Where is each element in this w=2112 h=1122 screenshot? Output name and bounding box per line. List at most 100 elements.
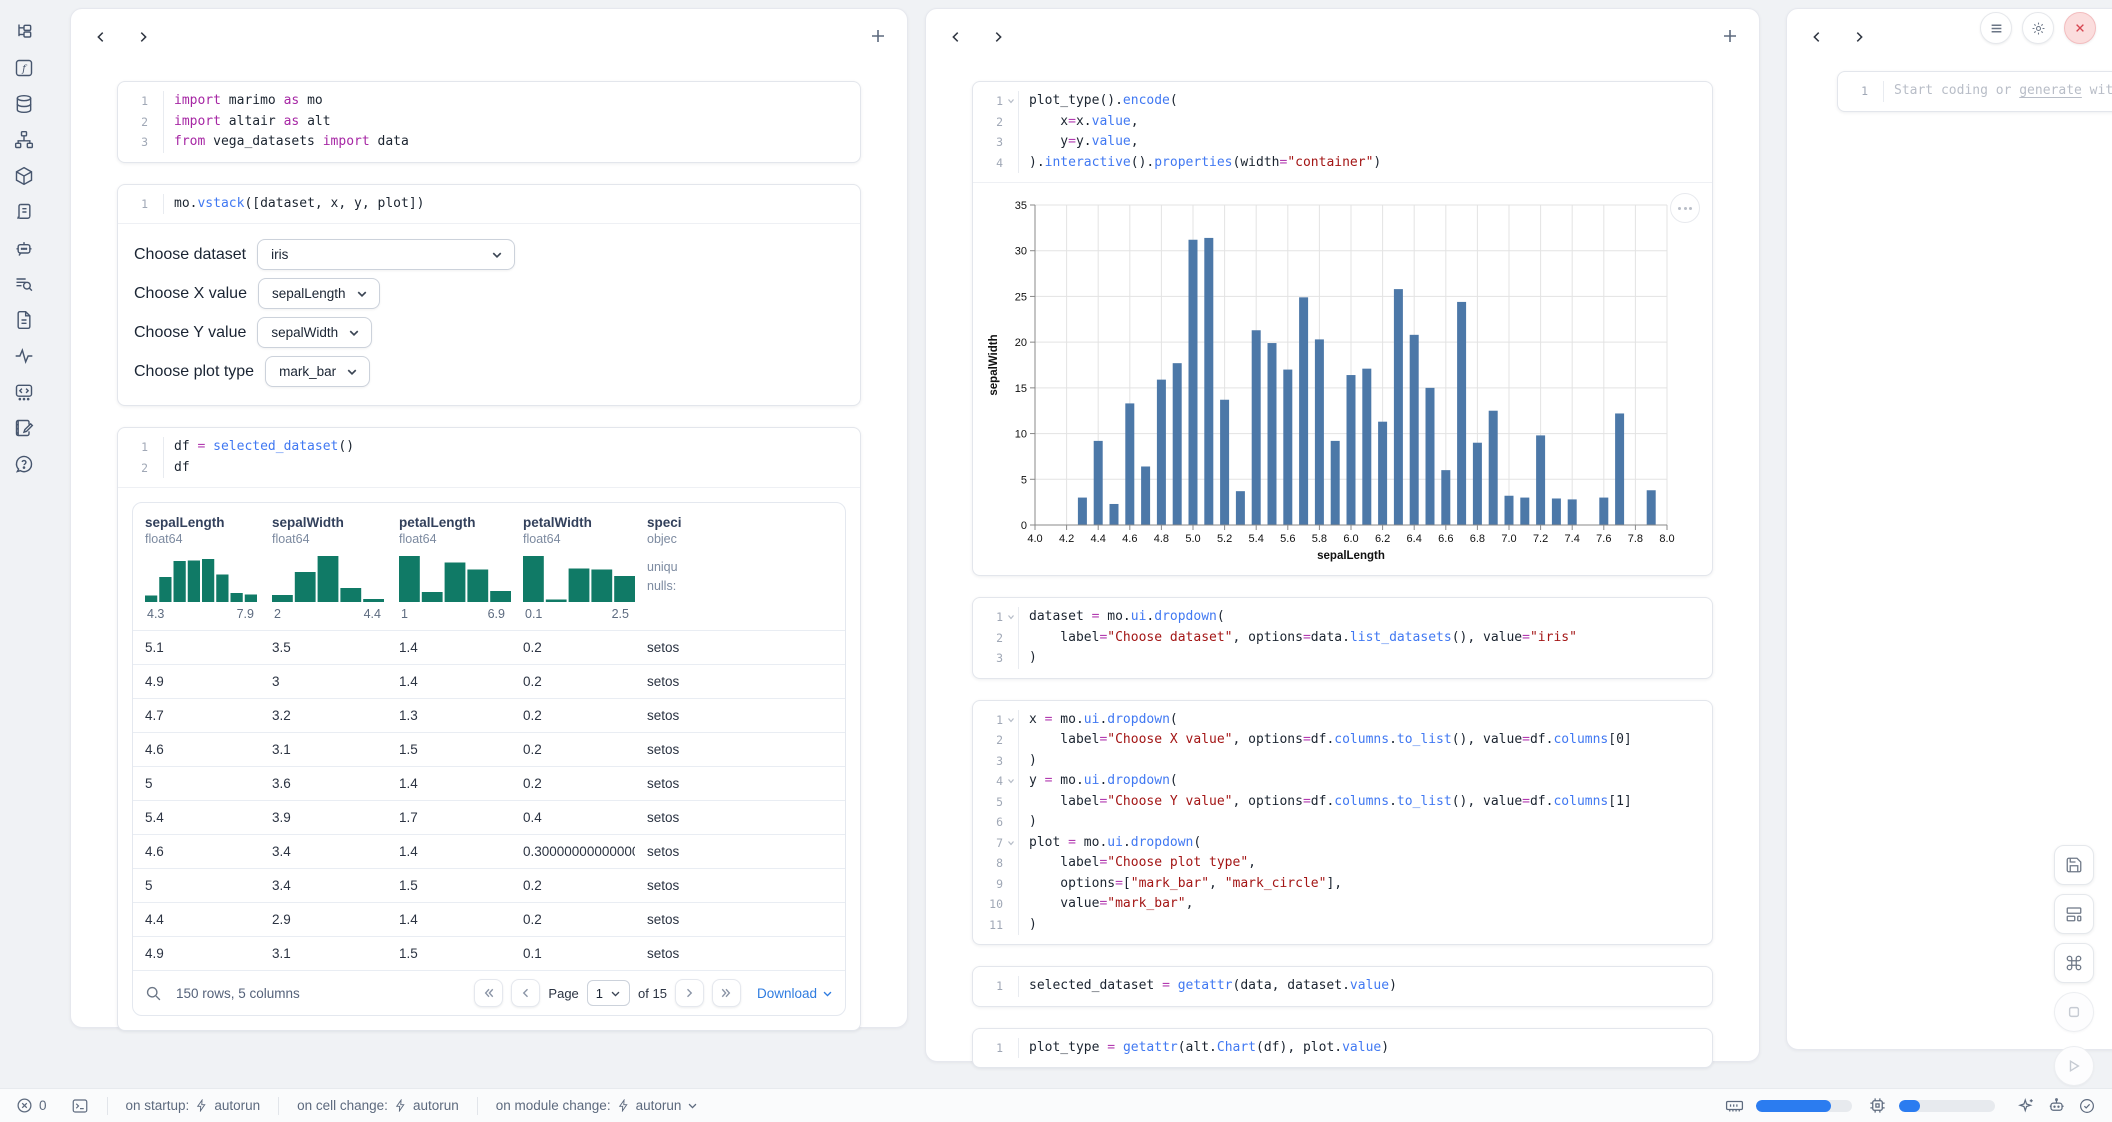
scroll-icon[interactable] <box>14 202 34 222</box>
line-number: 11 <box>973 915 1003 936</box>
code-editor[interactable]: 1import marimo as mo2import altair as al… <box>118 82 860 162</box>
line-number: 2 <box>973 730 1003 751</box>
code-line: 1plot_type = getattr(alt.Chart(df), plot… <box>973 1038 1712 1059</box>
ai-sparkles-button[interactable] <box>2017 1097 2035 1115</box>
shutdown-button[interactable] <box>2064 12 2096 44</box>
table-cell: 1.4 <box>387 844 511 859</box>
svg-text:15: 15 <box>1015 383 1027 395</box>
function-square-icon[interactable]: f <box>14 58 34 78</box>
fold-spacer <box>1003 792 1018 813</box>
add-cell-button[interactable] <box>869 27 887 45</box>
dropdown-select[interactable]: iris <box>257 239 515 270</box>
on-module-change-setting[interactable]: on module change: autorun <box>496 1098 699 1113</box>
fold-spacer <box>1003 628 1018 649</box>
dropdown-select[interactable]: mark_bar <box>265 356 370 387</box>
run-button[interactable] <box>2054 1046 2094 1086</box>
fold-chevron-icon[interactable] <box>1003 607 1018 628</box>
stop-button[interactable] <box>2054 992 2094 1032</box>
column-histogram <box>399 556 511 602</box>
cell-chart: 1plot_type().encode(2 x=x.value,3 y=y.va… <box>972 81 1713 576</box>
table-cell: 4.9 <box>133 946 260 961</box>
on-startup-setting[interactable]: on startup: autorun <box>126 1098 261 1113</box>
help-circle-icon[interactable] <box>14 454 34 474</box>
download-button[interactable]: Download <box>757 986 833 1001</box>
svg-text:5.4: 5.4 <box>1249 533 1264 545</box>
database-icon[interactable] <box>14 94 34 114</box>
fold-chevron-icon[interactable] <box>1003 91 1018 112</box>
panel-back-button[interactable] <box>1809 29 1825 45</box>
first-page-button[interactable] <box>474 979 503 1007</box>
svg-text:6.4: 6.4 <box>1407 533 1422 545</box>
chat-assistant-button[interactable] <box>2047 1096 2066 1115</box>
table-column-header[interactable]: speciobjecuniqunulls: <box>635 503 845 630</box>
fold-spacer <box>1003 730 1018 751</box>
code-editor[interactable]: 1df = selected_dataset()2df <box>118 428 860 487</box>
code-editor[interactable]: 1selected_dataset = getattr(data, datase… <box>973 967 1712 1006</box>
command-palette-button[interactable] <box>2054 943 2094 983</box>
dropdown-select[interactable]: sepalWidth <box>257 317 372 348</box>
dropdown-label: Choose X value <box>134 285 247 303</box>
panel-nav <box>93 29 151 45</box>
table-cell: 1.4 <box>387 674 511 689</box>
panel-back-button[interactable] <box>948 29 964 45</box>
menu-button[interactable] <box>1980 12 2012 44</box>
table-column-header[interactable]: petalLengthfloat6416.9 <box>387 503 511 630</box>
code-line: 3from vega_datasets import data <box>118 132 860 153</box>
document-icon[interactable] <box>14 310 34 330</box>
panel-forward-button[interactable] <box>1851 29 1867 45</box>
code-editor[interactable]: 1 Start coding or generate with <box>1838 72 2112 111</box>
code-block-icon[interactable] <box>14 382 34 402</box>
terminal-button[interactable] <box>71 1097 89 1115</box>
dropdown-value: sepalLength <box>272 286 346 301</box>
layout-button[interactable] <box>2054 894 2094 934</box>
on-cell-change-setting[interactable]: on cell change: autorun <box>297 1098 459 1113</box>
fold-chevron-icon[interactable] <box>1003 771 1018 792</box>
svg-text:6.6: 6.6 <box>1438 533 1453 545</box>
svg-text:5.0: 5.0 <box>1185 533 1200 545</box>
altair-bar-chart[interactable]: 4.04.24.44.64.85.05.25.45.65.86.06.26.46… <box>985 191 1712 569</box>
line-number: 2 <box>973 628 1003 649</box>
code-editor[interactable]: 1dataset = mo.ui.dropdown(2 label="Choos… <box>973 598 1712 678</box>
code-editor[interactable]: 1plot_type = getattr(alt.Chart(df), plot… <box>973 1029 1712 1068</box>
fold-chevron-icon[interactable] <box>1003 710 1018 731</box>
activity-icon[interactable] <box>14 346 34 366</box>
file-tree-icon[interactable] <box>14 22 34 42</box>
chart-menu-button[interactable] <box>1670 193 1700 223</box>
add-cell-button[interactable] <box>1721 27 1739 45</box>
save-button[interactable] <box>2054 845 2094 885</box>
prev-page-button[interactable] <box>511 979 540 1007</box>
last-page-button[interactable] <box>712 979 741 1007</box>
fold-spacer <box>1003 751 1018 772</box>
table-column-header[interactable]: sepalWidthfloat6424.4 <box>260 503 387 630</box>
table-search-icon[interactable] <box>145 985 162 1002</box>
column-histogram <box>523 556 635 602</box>
list-search-icon[interactable] <box>14 274 34 294</box>
status-bar: 0 on startup: autorun on cell change: au… <box>0 1088 2112 1122</box>
table-column-header[interactable]: petalWidthfloat640.12.5 <box>511 503 635 630</box>
memory-icon <box>1725 1096 1744 1115</box>
connection-status-icon[interactable] <box>2078 1097 2096 1115</box>
line-number: 1 <box>1838 81 1868 102</box>
chat-bot-icon[interactable] <box>14 238 34 258</box>
table-column-header[interactable]: sepalLengthfloat644.37.9 <box>133 503 260 630</box>
panel-back-button[interactable] <box>93 29 109 45</box>
code-editor[interactable]: 1mo.vstack([dataset, x, y, plot]) <box>118 185 860 224</box>
generate-link[interactable]: generate <box>2019 83 2082 98</box>
notebook-pen-icon[interactable] <box>14 418 34 438</box>
line-number: 4 <box>973 153 1003 174</box>
code-editor[interactable]: 1plot_type().encode(2 x=x.value,3 y=y.va… <box>973 82 1712 182</box>
code-editor[interactable]: 1x = mo.ui.dropdown(2 label="Choose X va… <box>973 701 1712 945</box>
dropdown-select[interactable]: sepalLength <box>258 278 380 309</box>
page-select[interactable]: 1 <box>587 980 630 1006</box>
panel-forward-button[interactable] <box>135 29 151 45</box>
package-icon[interactable] <box>14 166 34 186</box>
error-indicator[interactable]: 0 <box>16 1097 47 1114</box>
settings-gear-button[interactable] <box>2022 12 2054 44</box>
next-page-button[interactable] <box>675 979 704 1007</box>
code-line: 1import marimo as mo <box>118 91 860 112</box>
network-icon[interactable] <box>14 130 34 150</box>
code-line: 3 y=y.value, <box>973 132 1712 153</box>
fold-chevron-icon[interactable] <box>1003 833 1018 854</box>
panel-forward-button[interactable] <box>990 29 1006 45</box>
dataframe-table: sepalLengthfloat644.37.9sepalWidthfloat6… <box>132 502 846 1016</box>
